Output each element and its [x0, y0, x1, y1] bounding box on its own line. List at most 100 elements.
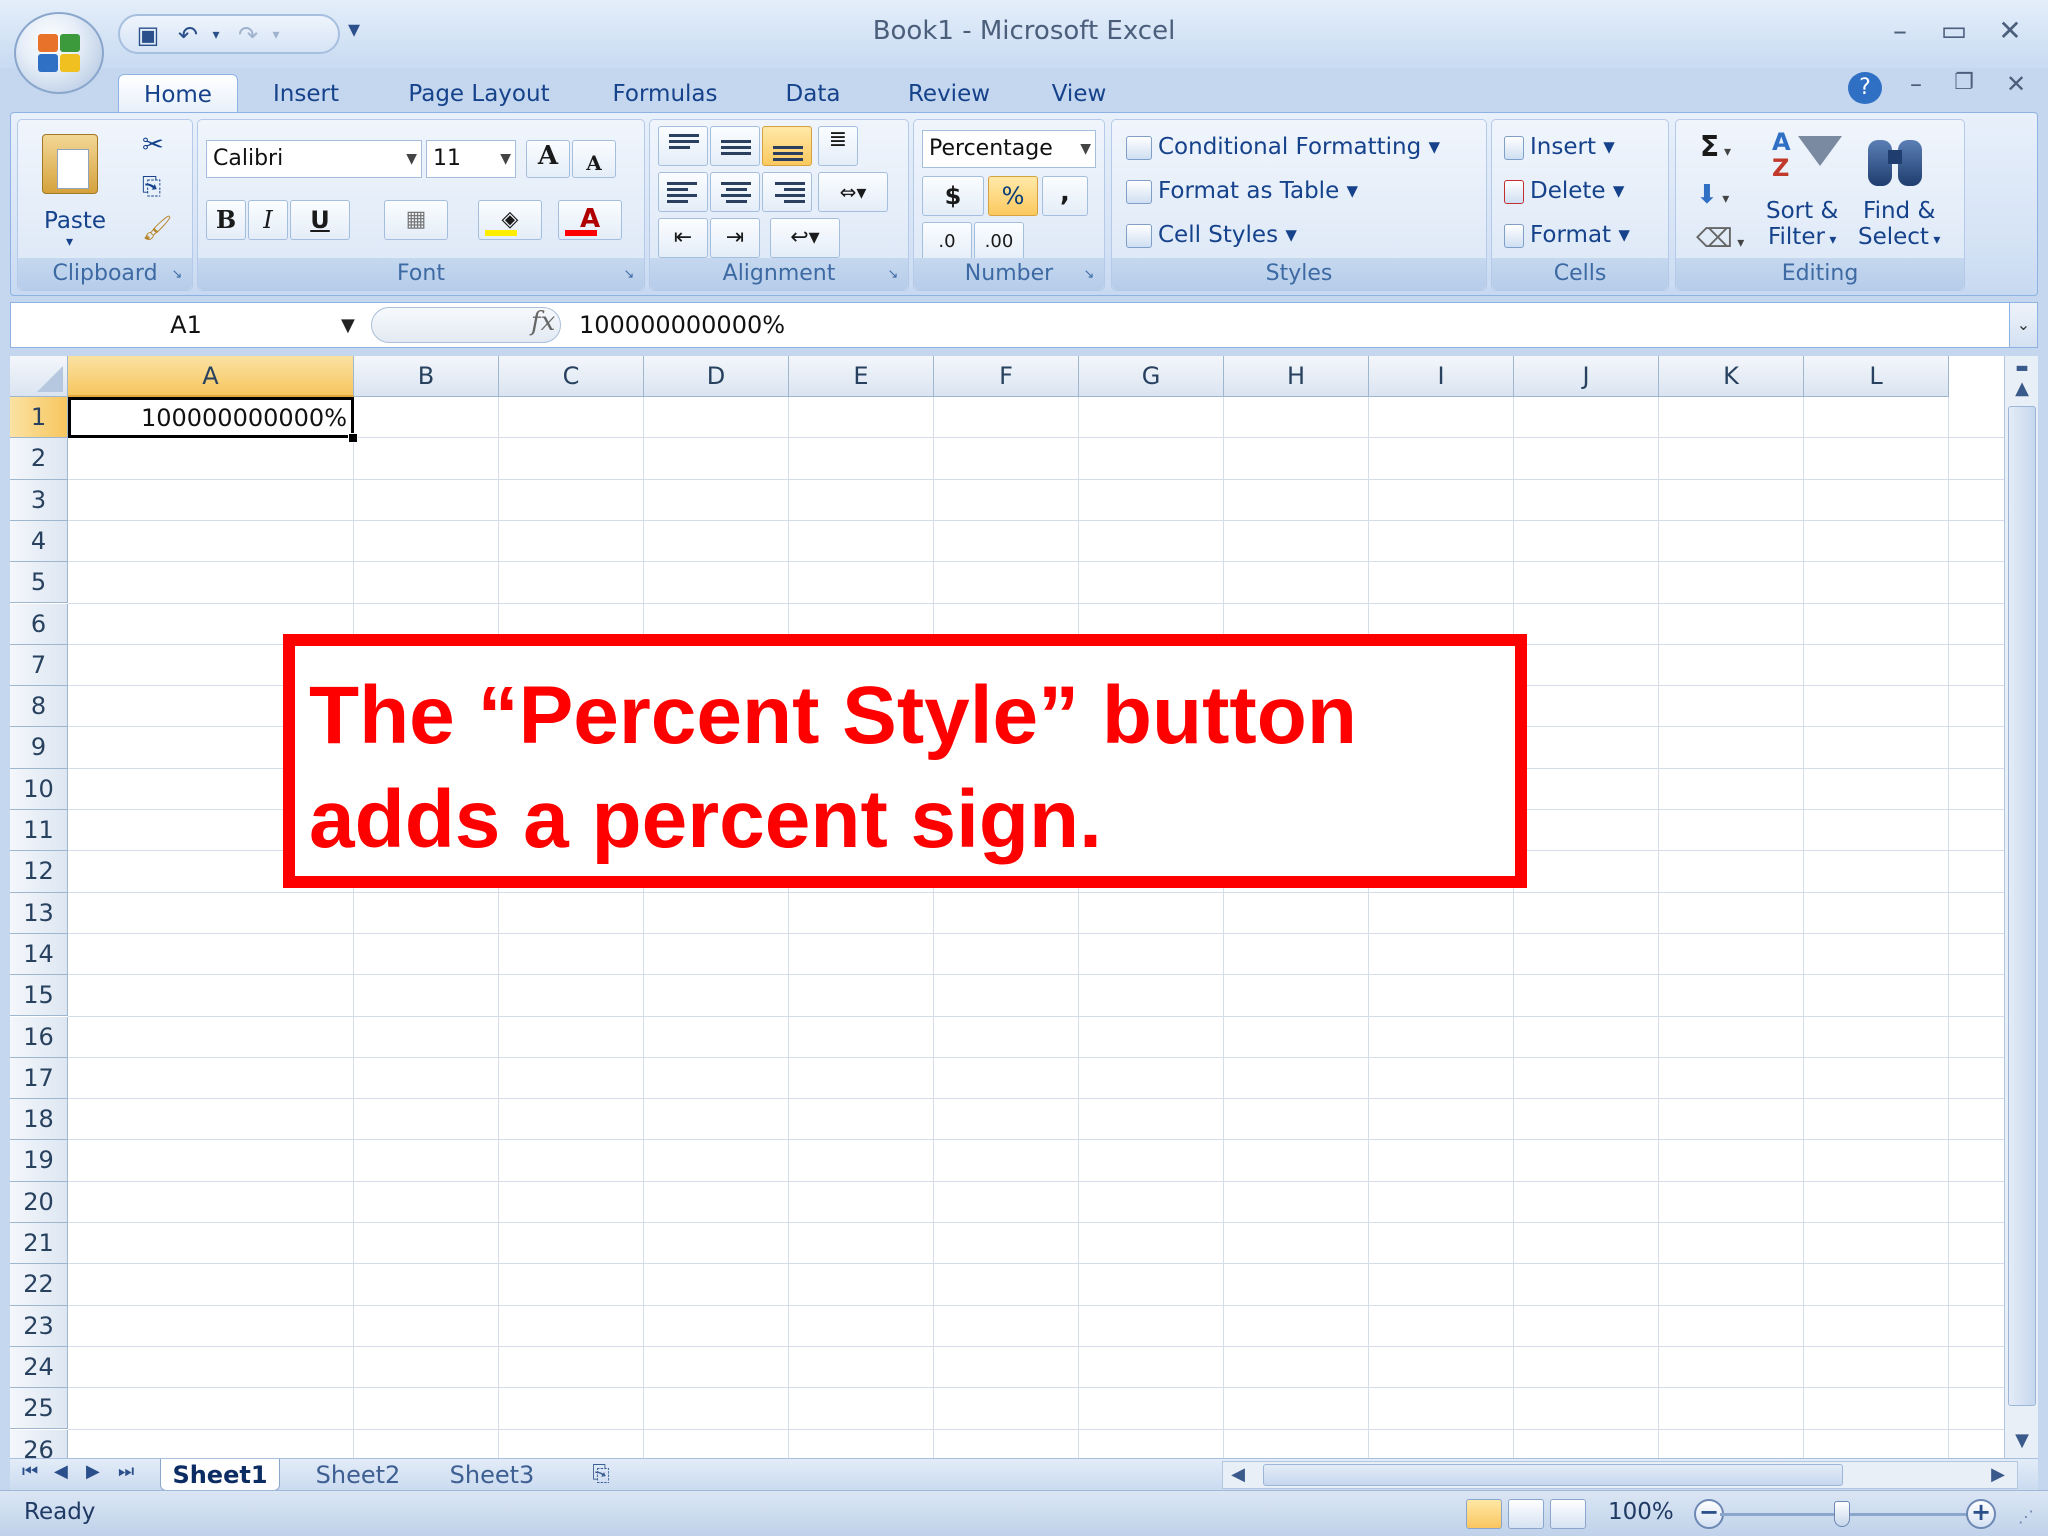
resize-grip-icon[interactable]: ⋰ [2018, 1507, 2034, 1526]
vertical-scrollbar[interactable]: ▬ ▲ ▼ [2004, 356, 2038, 1458]
binoculars-icon[interactable] [1864, 132, 1928, 190]
clear-button[interactable]: ⌫ ▾ [1696, 224, 1744, 254]
grow-font-button[interactable]: A [526, 140, 570, 178]
row-header-26[interactable]: 26 [10, 1429, 68, 1458]
minimize-button[interactable]: – [1880, 14, 1920, 47]
currency-button[interactable]: $ [922, 176, 984, 216]
bottom-align-button[interactable] [762, 126, 812, 166]
tab-data[interactable]: Data [770, 74, 856, 114]
align-left-button[interactable] [658, 172, 708, 212]
prev-sheet-icon[interactable]: ◀ [54, 1461, 68, 1482]
merge-center-button[interactable]: ⇔▾ [818, 172, 888, 212]
paste-icon[interactable] [42, 134, 98, 194]
align-right-button[interactable] [762, 172, 812, 212]
row-header-18[interactable]: 18 [10, 1099, 68, 1141]
middle-align-button[interactable] [710, 126, 760, 166]
cell-a1[interactable]: 100000000000% [68, 397, 354, 438]
zoom-slider-thumb[interactable] [1834, 1501, 1850, 1527]
underline-button[interactable]: U [290, 200, 350, 240]
normal-view-icon[interactable] [1466, 1499, 1502, 1529]
format-as-table-button[interactable]: Format as Table ▾ [1126, 178, 1358, 204]
row-header-17[interactable]: 17 [10, 1057, 68, 1100]
alignment-launcher-icon[interactable]: ↘ [884, 266, 902, 284]
scroll-right-icon[interactable]: ▶ [1983, 1464, 2013, 1485]
borders-button[interactable]: ▦ [384, 200, 448, 240]
column-header-k[interactable]: K [1659, 356, 1804, 397]
tab-home[interactable]: Home [118, 74, 238, 114]
formula-input[interactable]: 100000000000% [579, 303, 785, 347]
column-header-j[interactable]: J [1514, 356, 1659, 397]
zoom-in-icon[interactable]: + [1966, 1499, 1996, 1529]
cut-icon[interactable]: ✂ [142, 130, 164, 160]
align-center-button[interactable] [710, 172, 760, 212]
find-select-button[interactable]: Find & Select ▾ [1858, 198, 1940, 253]
column-header-i[interactable]: I [1369, 356, 1514, 397]
paste-dropdown-icon[interactable]: ▾ [66, 234, 73, 250]
fill-color-button[interactable]: ◈ [478, 200, 542, 240]
scroll-down-icon[interactable]: ▼ [2005, 1430, 2039, 1451]
row-header-16[interactable]: 16 [10, 1016, 68, 1058]
column-header-f[interactable]: F [934, 356, 1079, 397]
first-sheet-icon[interactable]: ⏮ [22, 1461, 38, 1482]
row-header-3[interactable]: 3 [10, 479, 68, 521]
insert-sheet-icon[interactable]: ⎘ [576, 1459, 626, 1491]
column-header-b[interactable]: B [354, 356, 499, 397]
column-header-d[interactable]: D [644, 356, 789, 397]
fill-button[interactable]: ⬇ ▾ [1696, 180, 1729, 210]
app-restore-button[interactable]: ❐ [1944, 70, 1984, 95]
tab-formulas[interactable]: Formulas [598, 74, 732, 114]
italic-button[interactable]: I [248, 200, 288, 240]
app-close-button[interactable]: ✕ [1996, 70, 2036, 98]
horizontal-scroll-thumb[interactable] [1263, 1464, 1843, 1486]
split-box-icon[interactable]: ▬ [2005, 360, 2039, 376]
bold-button[interactable]: B [206, 200, 246, 240]
autosum-button[interactable]: Σ ▾ [1700, 130, 1731, 163]
conditional-formatting-button[interactable]: Conditional Formatting ▾ [1126, 134, 1440, 160]
format-cells-button[interactable]: Format ▾ [1504, 222, 1630, 248]
font-name-combo[interactable]: Calibri ▼ [206, 140, 422, 178]
clipboard-launcher-icon[interactable]: ↘ [168, 266, 186, 284]
sort-filter-icon[interactable]: A Z [1768, 128, 1842, 192]
sheet-tab-sheet2[interactable]: Sheet2 [296, 1459, 420, 1491]
column-header-e[interactable]: E [789, 356, 934, 397]
cell-styles-button[interactable]: Cell Styles ▾ [1126, 222, 1297, 248]
sheet-tab-sheet3[interactable]: Sheet3 [430, 1459, 554, 1491]
row-header-1[interactable]: 1 [10, 397, 68, 439]
decrease-indent-button[interactable]: ⇤ [658, 218, 708, 258]
font-size-combo[interactable]: 11 ▼ [426, 140, 516, 178]
row-header-13[interactable]: 13 [10, 892, 68, 934]
maximize-button[interactable]: ▭ [1934, 14, 1974, 47]
row-header-9[interactable]: 9 [10, 727, 68, 769]
font-launcher-icon[interactable]: ↘ [620, 266, 638, 284]
fill-handle[interactable] [348, 433, 358, 443]
percent-style-button[interactable]: % [988, 176, 1038, 216]
tab-insert[interactable]: Insert [250, 74, 362, 114]
insert-function-button[interactable]: fx [531, 307, 555, 337]
name-box[interactable]: A1 [11, 303, 361, 347]
next-sheet-icon[interactable]: ▶ [86, 1461, 100, 1482]
column-header-l[interactable]: L [1804, 356, 1949, 397]
close-button[interactable]: ✕ [1990, 14, 2030, 47]
page-layout-view-icon[interactable] [1508, 1499, 1544, 1529]
row-header-24[interactable]: 24 [10, 1346, 68, 1389]
tab-view[interactable]: View [1036, 74, 1122, 114]
row-header-5[interactable]: 5 [10, 562, 68, 604]
paste-button[interactable]: Paste [44, 208, 106, 234]
tab-page-layout[interactable]: Page Layout [392, 74, 566, 114]
number-format-combo[interactable]: Percentage ▼ [922, 130, 1096, 168]
zoom-level[interactable]: 100% [1608, 1499, 1674, 1525]
row-header-7[interactable]: 7 [10, 644, 68, 687]
sort-filter-button[interactable]: Sort & Filter ▾ [1766, 198, 1838, 253]
row-header-25[interactable]: 25 [10, 1388, 68, 1430]
vertical-scroll-thumb[interactable] [2008, 406, 2036, 1406]
row-header-11[interactable]: 11 [10, 810, 68, 852]
page-break-view-icon[interactable] [1550, 1499, 1586, 1529]
row-header-10[interactable]: 10 [10, 768, 68, 810]
copy-icon[interactable]: ⎘ [142, 172, 161, 200]
shrink-font-button[interactable]: A [572, 140, 616, 178]
column-header-h[interactable]: H [1224, 356, 1369, 397]
number-launcher-icon[interactable]: ↘ [1080, 266, 1098, 284]
column-header-g[interactable]: G [1079, 356, 1224, 397]
wrap-text-button[interactable]: ↩▾ [770, 218, 840, 258]
last-sheet-icon[interactable]: ⏭ [118, 1461, 134, 1482]
